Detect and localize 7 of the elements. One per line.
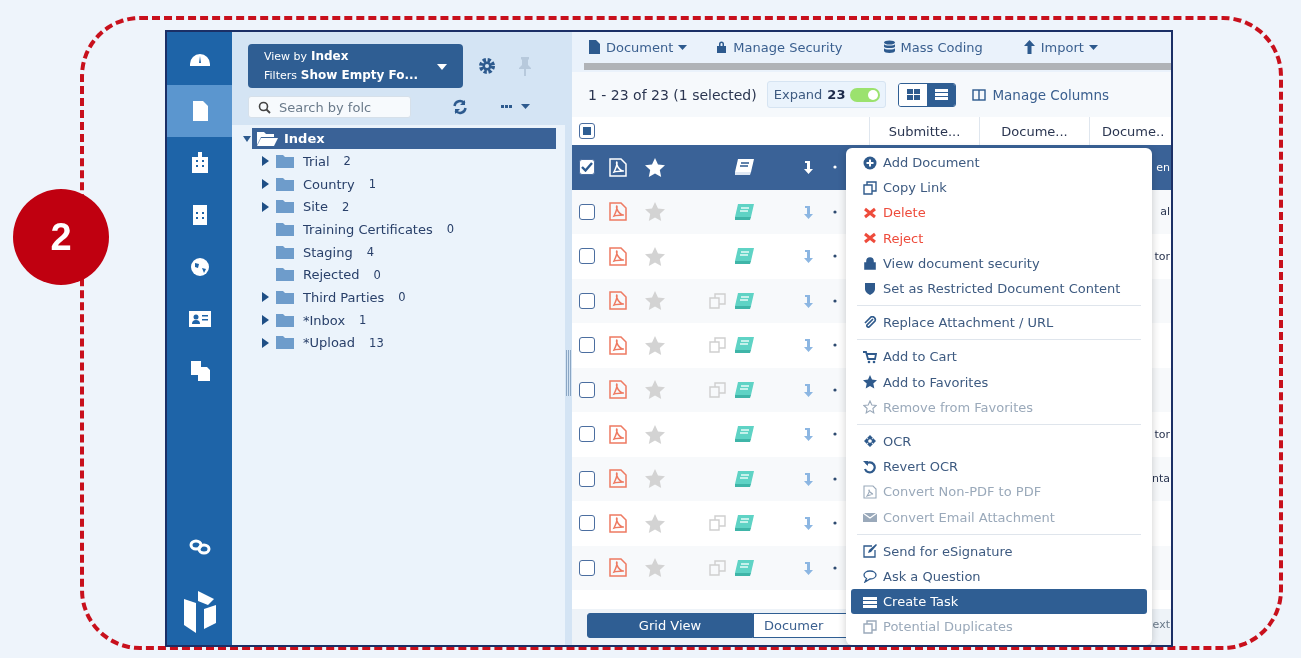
table-cell: tor — [1154, 249, 1170, 263]
table-cell: tor — [1154, 427, 1170, 441]
table-cell: en — [1156, 160, 1170, 174]
record-summary: 1 - 23 of 23 (1 selected) — [588, 86, 757, 103]
step-badge: 2 — [13, 189, 109, 285]
table-cell: al — [1160, 205, 1170, 219]
table-cell: nta — [1151, 472, 1170, 486]
